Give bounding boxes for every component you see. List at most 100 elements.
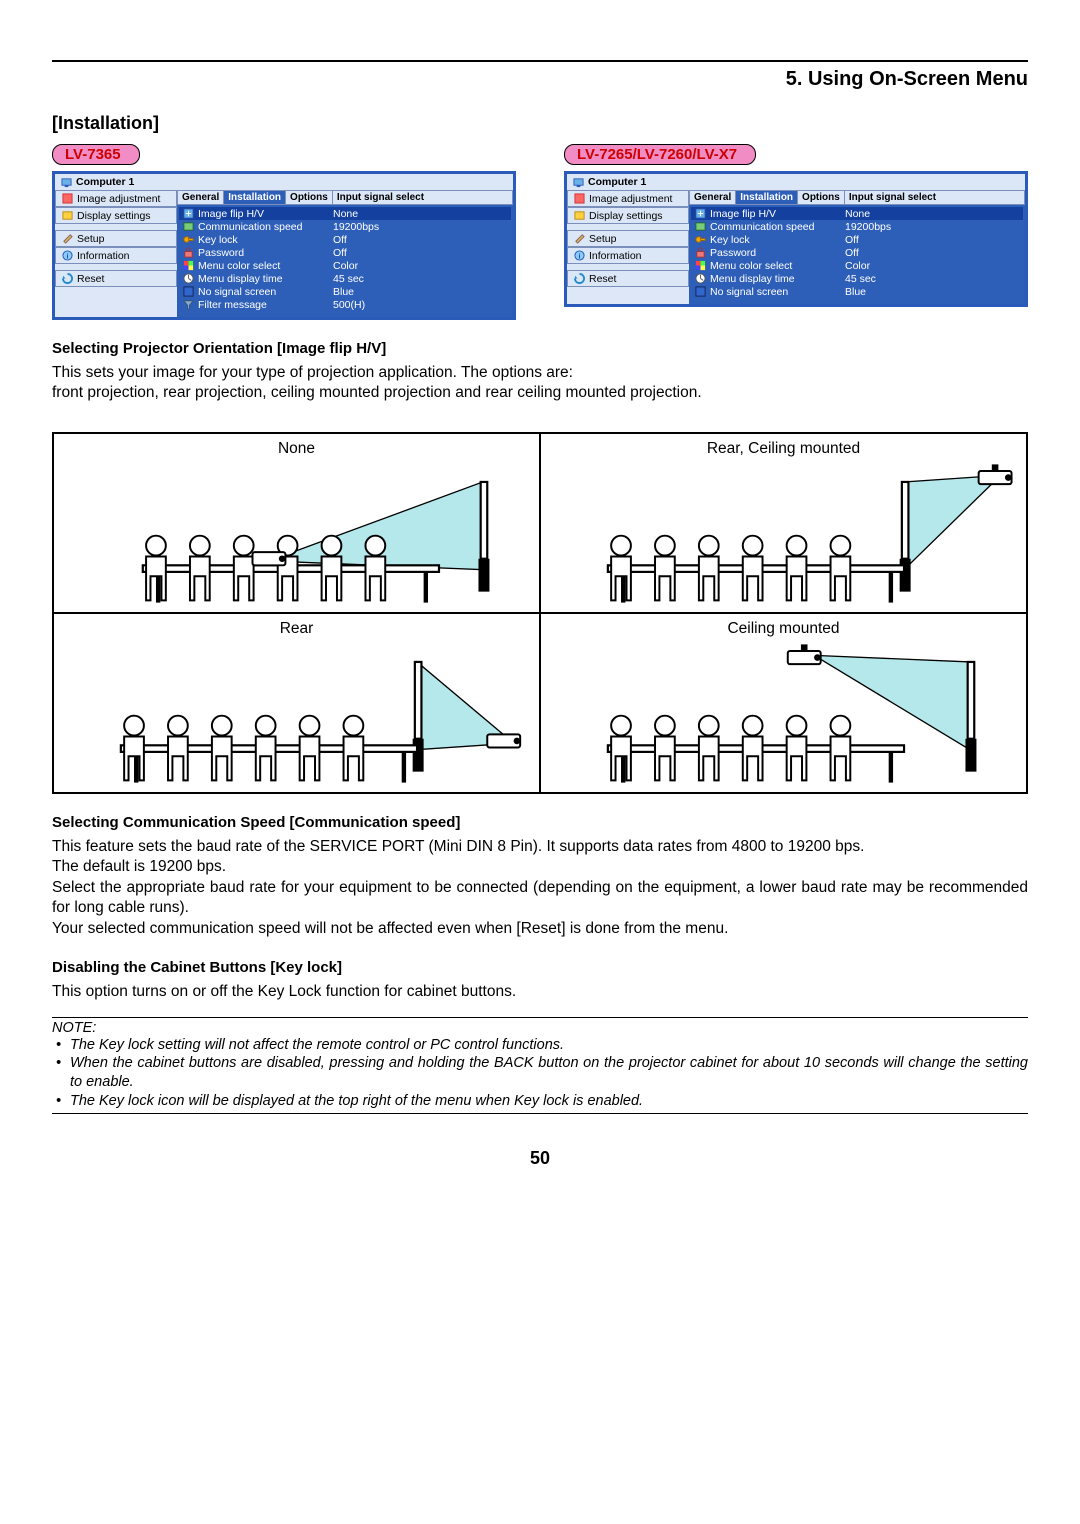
chapter-name: Using On-Screen Menu <box>808 68 1028 90</box>
note-item: When the cabinet buttons are disabled, p… <box>70 1054 1028 1092</box>
osd-row[interactable]: Key lockOff <box>179 233 511 246</box>
sidebar-item-setup[interactable]: Setup <box>567 230 689 247</box>
subheading-key-lock: Disabling the Cabinet Buttons [Key lock] <box>52 959 1028 976</box>
osd-row-label: Image flip H/V <box>198 208 264 220</box>
osd-row-value: Off <box>845 247 1019 259</box>
osd-row-value: Off <box>333 247 507 259</box>
comm-p2: The default is 19200 bps. <box>52 857 1028 877</box>
osd-row-label: Key lock <box>710 234 750 246</box>
osd-row[interactable]: Key lockOff <box>691 233 1023 246</box>
keylock-icon <box>695 234 706 245</box>
computer-icon <box>573 177 584 188</box>
flip-icon <box>695 208 706 219</box>
colorsel-icon <box>183 260 194 271</box>
osd-row-value: 19200bps <box>845 221 1019 233</box>
reset-icon <box>574 273 585 284</box>
orientation-p2: front projection, rear projection, ceili… <box>52 383 1028 403</box>
osd-row-value: Color <box>845 260 1019 272</box>
sidebar-label: Setup <box>77 233 104 245</box>
osd-rows-right: Image flip H/VNoneCommunication speed 192… <box>689 205 1025 304</box>
sidebar-label: Reset <box>589 273 616 285</box>
sidebar-label: Display settings <box>589 210 663 222</box>
osd-row-value: 45 sec <box>845 273 1019 285</box>
sidebar-label: Image adjustment <box>77 193 160 205</box>
sidebar-label: Information <box>589 250 642 262</box>
osd-row-value: 500(H) <box>333 299 507 311</box>
tab-general[interactable]: General <box>178 191 224 204</box>
osd-row[interactable]: Menu display time 45 sec <box>179 272 511 285</box>
osd-row[interactable]: Menu color select Color <box>691 259 1023 272</box>
comm-p4: Your selected communication speed will n… <box>52 919 1028 939</box>
sidebar-item-image-adjustment[interactable]: Image adjustment <box>55 190 177 207</box>
osd-row[interactable]: No signal screenBlue <box>691 285 1023 298</box>
note-item: The Key lock setting will not affect the… <box>70 1036 1028 1055</box>
header-divider <box>52 60 1028 62</box>
orientation-label-ceiling: Ceiling mounted <box>541 614 1026 642</box>
tab-input-signal-select[interactable]: Input signal select <box>845 191 940 204</box>
setup-icon <box>62 233 73 244</box>
osd-row[interactable]: Image flip H/VNone <box>179 207 511 220</box>
osd-row[interactable]: Communication speed 19200bps <box>691 220 1023 233</box>
osd-row[interactable]: Password Off <box>691 246 1023 259</box>
osd-row-label: Password <box>198 247 244 259</box>
display-icon <box>62 210 73 221</box>
sidebar-label: Information <box>77 250 130 262</box>
sidebar-item-reset[interactable]: Reset <box>55 270 177 287</box>
model-pill-right: LV-7265/LV-7260/LV-X7 <box>564 144 756 165</box>
osd-row-label: Menu color select <box>710 260 792 272</box>
comm-p3: Select the appropriate baud rate for you… <box>52 878 1028 919</box>
chapter-number: 5. <box>786 68 803 90</box>
osd-window-right: Computer 1 Image adjustment Display sett… <box>564 171 1028 307</box>
osd-row-label: Menu display time <box>710 273 795 285</box>
sidebar-item-information[interactable]: i Information <box>55 247 177 264</box>
orientation-label-rear: Rear <box>54 614 539 642</box>
osd-row-label: Filter message <box>198 299 267 311</box>
osd-title-left: Computer 1 <box>55 174 513 190</box>
osd-row-label: Communication speed <box>710 221 814 233</box>
sidebar-item-display-settings[interactable]: Display settings <box>567 207 689 224</box>
tab-input-signal-select[interactable]: Input signal select <box>333 191 428 204</box>
reset-icon <box>62 273 73 284</box>
osd-window-left: Computer 1 Image adjustment Display sett… <box>52 171 516 320</box>
osd-row-value: 45 sec <box>333 273 507 285</box>
tab-installation[interactable]: Installation <box>736 191 798 204</box>
tab-options[interactable]: Options <box>798 191 845 204</box>
osd-row[interactable]: Image flip H/VNone <box>691 207 1023 220</box>
sidebar-label: Display settings <box>77 210 151 222</box>
info-icon: i <box>574 250 585 261</box>
info-icon: i <box>62 250 73 261</box>
osd-row[interactable]: Communication speed19200bps <box>179 220 511 233</box>
osd-row[interactable]: Password Off <box>179 246 511 259</box>
model-label-left: LV-7365 <box>52 144 140 165</box>
sidebar-label: Reset <box>77 273 104 285</box>
tab-options[interactable]: Options <box>286 191 333 204</box>
osd-row[interactable]: Menu color selectColor <box>179 259 511 272</box>
keylock-p1: This option turns on or off the Key Lock… <box>52 982 1028 1002</box>
osd-row-label: Password <box>710 247 756 259</box>
osd-row[interactable]: Filter message 500(H) <box>179 298 511 311</box>
osd-row-label: Key lock <box>198 234 238 246</box>
orientation-diagram-rear <box>54 642 539 792</box>
osd-row-label: Menu display time <box>198 273 283 285</box>
sidebar-item-reset[interactable]: Reset <box>567 270 689 287</box>
orientation-diagram-ceiling <box>541 642 1026 792</box>
note-bottom-divider <box>52 1113 1028 1114</box>
keylock-icon <box>183 234 194 245</box>
osd-row[interactable]: Menu display time 45 sec <box>691 272 1023 285</box>
orientation-diagram-rear-ceiling <box>541 462 1026 612</box>
osd-row[interactable]: No signal screenBlue <box>179 285 511 298</box>
password-icon <box>183 247 194 258</box>
time-icon <box>695 273 706 284</box>
tab-installation[interactable]: Installation <box>224 191 286 204</box>
sidebar-item-display-settings[interactable]: Display settings <box>55 207 177 224</box>
tab-general[interactable]: General <box>690 191 736 204</box>
computer-icon <box>61 177 72 188</box>
sidebar-item-image-adjustment[interactable]: Image adjustment <box>567 190 689 207</box>
colorsel-icon <box>695 260 706 271</box>
osd-row-label: No signal screen <box>198 286 276 298</box>
model-label-right: LV-7265/LV-7260/LV-X7 <box>564 144 756 165</box>
sidebar-item-information[interactable]: i Information <box>567 247 689 264</box>
sidebar-label: Setup <box>589 233 616 245</box>
sidebar-item-setup[interactable]: Setup <box>55 230 177 247</box>
note-item: The Key lock icon will be displayed at t… <box>70 1092 1028 1111</box>
